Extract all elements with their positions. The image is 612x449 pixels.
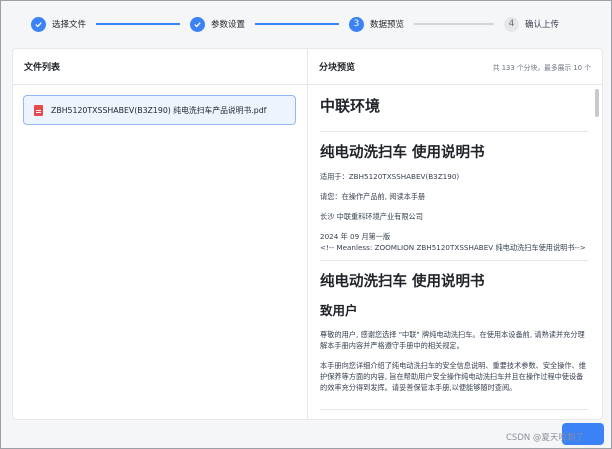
step-confirm-upload[interactable]: 4 确认上传 [504, 16, 560, 32]
chunk-line: 长沙 中联重科环境产业有限公司 [320, 212, 423, 221]
step-parameters[interactable]: 参数设置 [190, 16, 246, 32]
step-label: 确认上传 [525, 20, 560, 30]
file-list-item[interactable]: ZBH5120TXSSHABEV(B3Z190) 纯电洗扫车产品说明书.pdf [23, 95, 296, 125]
chunk-card: 纯电动洗扫车 使用说明书 致用户 尊敬的用户, 感谢您选择 "中联" 牌纯电动洗… [320, 270, 588, 410]
step-connector [414, 23, 495, 25]
chunk-line: 请您：在操作产品前, 阅读本手册 [320, 192, 426, 201]
chunk-line: 2024 年 09 月第一版 [320, 232, 391, 241]
chunk-card: 纯电动洗扫车 使用说明书 适用于：ZBH5120TXSSHABEV(B3Z190… [320, 141, 588, 261]
chunk-count: 共 133 个分块，最多展示 10 个 [492, 63, 591, 72]
step-label: 参数设置 [211, 20, 246, 30]
step-label: 选择文件 [52, 20, 87, 30]
chunk-line: 适用于：ZBH5120TXSSHABEV(B3Z190) [320, 172, 460, 181]
step-select-file[interactable]: 选择文件 [31, 16, 87, 32]
step-label: 数据预览 [370, 20, 405, 30]
file-list-panel: 文件列表 ZBH5120TXSSHABEV(B3Z190) 纯电洗扫车产品说明书… [13, 49, 308, 419]
app-frame: 选择文件 参数设置 3 数据预览 4 确认上传 文件列表 ZBH5120TXSS… [0, 0, 612, 449]
upload-stepper: 选择文件 参数设置 3 数据预览 4 确认上传 [31, 13, 591, 35]
pdf-file-icon [34, 104, 43, 116]
file-name: ZBH5120TXSSHABEV(B3Z190) 纯电洗扫车产品说明书.pdf [51, 105, 267, 115]
chunk-card: 中联环境 [320, 95, 588, 132]
main-panel: 文件列表 ZBH5120TXSSHABEV(B3Z190) 纯电洗扫车产品说明书… [12, 48, 603, 420]
preview-content[interactable]: 中联环境 纯电动洗扫车 使用说明书 适用于：ZBH5120TXSSHABEV(B… [308, 85, 602, 419]
file-list-title: 文件列表 [13, 49, 307, 85]
check-icon [31, 16, 46, 32]
step-connector [255, 23, 340, 25]
chunk-heading: 中联环境 [320, 97, 381, 115]
chunk-line: <!-- Meanless: ZOOMLION ZBH5120TXSSHABEV… [320, 243, 586, 252]
chunk-paragraph: 尊敬的用户, 感谢您选择 "中联" 牌纯电动洗扫车。在使用本设备前, 请熟读并充… [320, 330, 585, 350]
step-connector [96, 23, 181, 25]
step-number: 3 [349, 16, 365, 32]
chunk-preview-panel: 分块预览 共 133 个分块，最多展示 10 个 中联环境 纯电动洗扫车 使用说… [308, 49, 602, 419]
chunk-heading: 纯电动洗扫车 使用说明书 [320, 145, 485, 161]
chunk-heading: 纯电动洗扫车 使用说明书 [320, 274, 485, 290]
chunk-paragraph: 本手册向您详细介绍了纯电动洗扫车的安全信息说明、重要技术参数、安全操作、维护保养… [320, 361, 586, 392]
watermark: CSDN @夏天吹到了 [506, 433, 584, 443]
step-number: 4 [504, 16, 520, 32]
preview-title: 分块预览 [319, 63, 356, 73]
check-icon [190, 16, 206, 32]
step-data-preview[interactable]: 3 数据预览 [349, 16, 405, 32]
chunk-subheading: 致用户 [320, 303, 358, 318]
preview-header: 分块预览 共 133 个分块，最多展示 10 个 [308, 49, 602, 85]
preview-scrollbar[interactable] [595, 89, 599, 117]
